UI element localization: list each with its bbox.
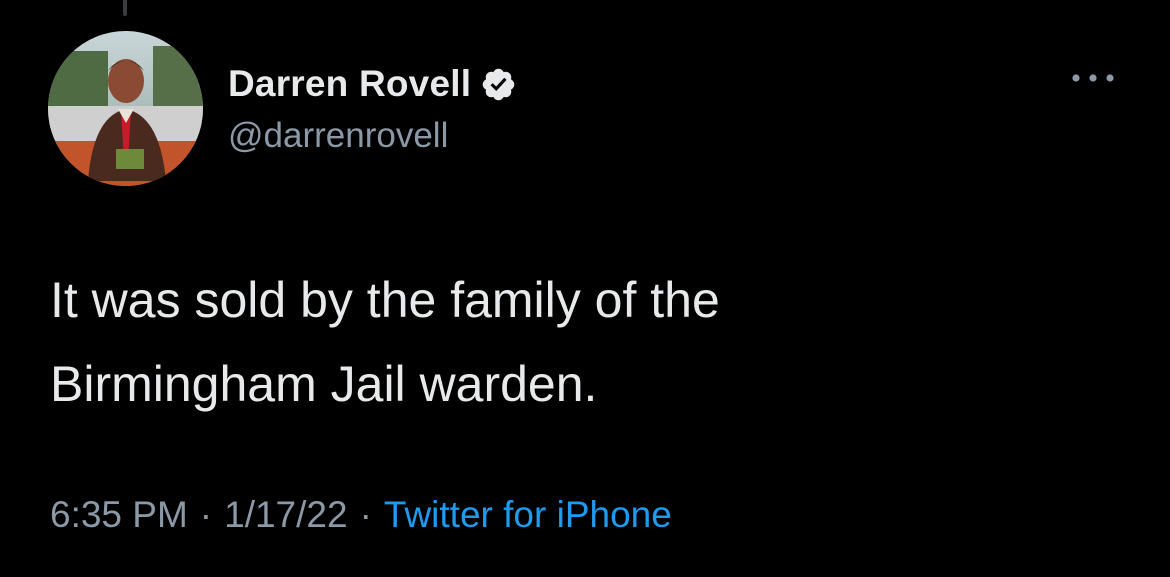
thread-connector-line bbox=[123, 0, 127, 16]
separator-dot: · bbox=[199, 494, 213, 535]
author-block[interactable]: Darren Rovell @darrenrovell bbox=[228, 56, 517, 156]
tweet-time[interactable]: 6:35 PM bbox=[50, 494, 188, 536]
tweet-text: It was sold by the family of the Birming… bbox=[50, 258, 1130, 426]
handle[interactable]: @darrenrovell bbox=[228, 116, 517, 156]
more-options-icon bbox=[1072, 74, 1114, 82]
tweet-text-line: Birmingham Jail warden. bbox=[50, 356, 598, 412]
tweet-source-link[interactable]: Twitter for iPhone bbox=[384, 494, 672, 536]
verified-badge-icon bbox=[480, 66, 517, 103]
tweet-metadata: 6:35 PM · 1/17/22 · Twitter for iPhone bbox=[50, 494, 672, 536]
separator-dot: · bbox=[359, 494, 372, 535]
more-options-button[interactable] bbox=[1068, 63, 1118, 93]
tweet-text-line: It was sold by the family of the bbox=[50, 272, 720, 328]
name-row: Darren Rovell bbox=[228, 56, 517, 112]
display-name[interactable]: Darren Rovell bbox=[228, 63, 471, 105]
tweet-date[interactable]: 1/17/22 bbox=[224, 494, 347, 536]
avatar[interactable] bbox=[48, 31, 203, 186]
avatar-image bbox=[48, 31, 203, 186]
